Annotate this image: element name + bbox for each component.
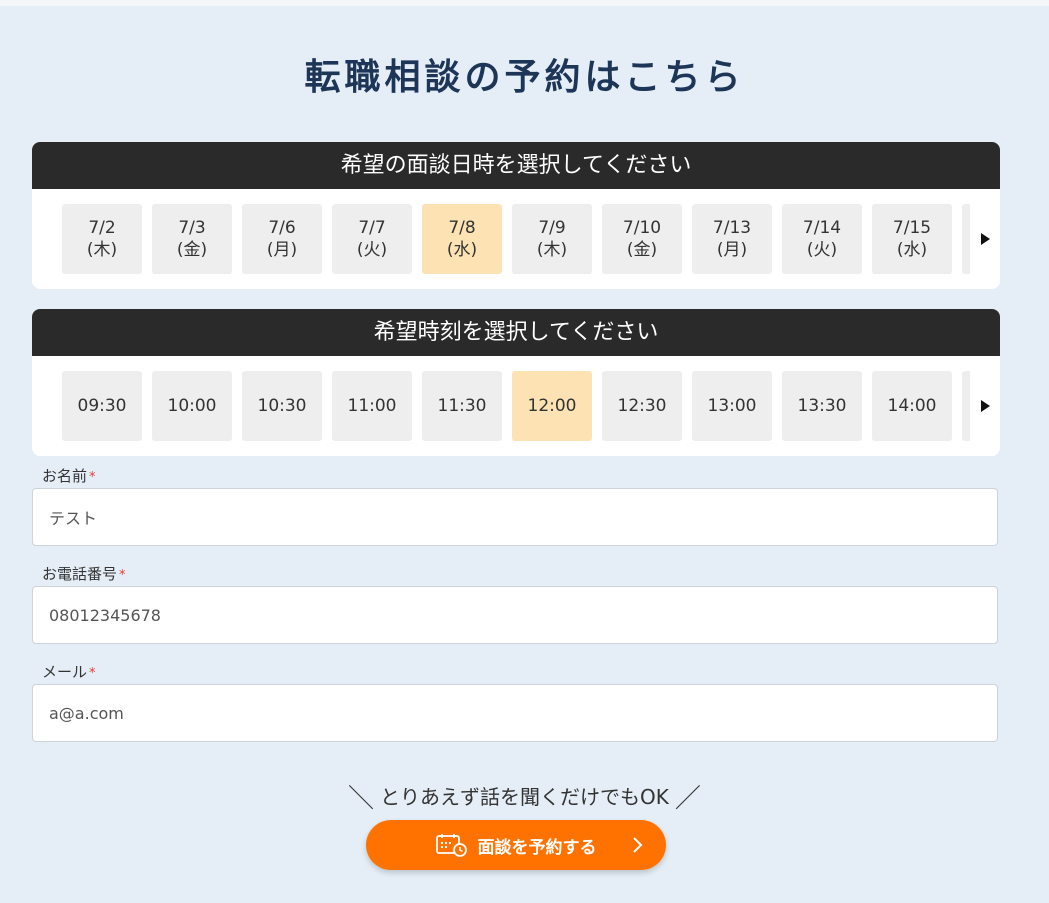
date-slot-partial[interactable] [962,204,970,274]
date-slot[interactable]: 7/2 (木) [62,204,142,274]
chevron-right-icon [633,837,643,853]
time-slot[interactable]: 09:30 [62,371,142,441]
date-slot[interactable]: 7/10 (金) [602,204,682,274]
time-slot[interactable]: 11:00 [332,371,412,441]
cta-tagline: ＼ とりあえず話を聞くだけでもOK ／ [0,780,1049,817]
date-slot[interactable]: 7/6 (月) [242,204,322,274]
date-slot-day: (火) [806,240,838,260]
date-slot-date: 7/9 [538,218,566,238]
time-slot[interactable]: 13:00 [692,371,772,441]
email-label-text: メール [42,663,88,681]
email-label: メール * [42,661,96,682]
book-consultation-button[interactable]: 面談を予約する [366,820,666,870]
date-slot-date: 7/15 [892,218,932,238]
time-slot[interactable]: 11:30 [422,371,502,441]
date-slot-day: (木) [536,240,568,260]
time-slot[interactable]: 12:30 [602,371,682,441]
date-slot-date: 7/6 [268,218,296,238]
book-consultation-label: 面談を予約する [477,837,597,858]
required-mark: * [89,470,96,485]
date-slot-row: 7/2 (木) 7/3 (金) 7/6 (月) 7/7 (火) 7/8 (水) 7/9 (木) 7/10… [32,189,1000,289]
calendar-clock-icon [435,834,467,857]
time-slot[interactable]: 13:30 [782,371,862,441]
date-slot[interactable]: 7/7 (火) [332,204,412,274]
date-slot-date: 7/2 [88,218,116,238]
date-slot-date: 7/8 [448,218,476,238]
time-slot[interactable]: 12:00 [512,371,592,441]
date-slot[interactable]: 7/3 (金) [152,204,232,274]
date-slot-date: 7/7 [358,218,386,238]
time-slot-partial[interactable] [962,371,970,441]
required-mark: * [119,568,126,583]
date-slot[interactable]: 7/15 (水) [872,204,952,274]
tagline-right-slash: ／ [674,784,701,814]
date-panel: 希望の面談日時を選択してください 7/2 (木) 7/3 (金) 7/6 (月) 7/7 (火… [32,142,1000,289]
name-label-text: お名前 [42,467,88,485]
date-slot-day: (水) [446,240,478,260]
name-label: お名前 * [42,465,96,486]
time-slot[interactable]: 14:00 [872,371,952,441]
phone-label: お電話番号 * [42,563,126,584]
top-strip [0,0,1049,6]
phone-field[interactable] [32,586,998,644]
phone-label-text: お電話番号 [42,565,118,583]
name-field[interactable] [32,488,998,546]
date-panel-heading: 希望の面談日時を選択してください [32,142,1000,189]
date-slot-day: (木) [86,240,118,260]
next-times-arrow-icon[interactable] [981,400,990,412]
date-slot-day: (月) [716,240,748,260]
date-slot-day: (月) [266,240,298,260]
time-panel-heading: 希望時刻を選択してください [32,309,1000,356]
page-title: 転職相談の予約はこちら [304,57,745,98]
date-slot[interactable]: 7/9 (木) [512,204,592,274]
date-slot-date: 7/3 [178,218,206,238]
date-slot[interactable]: 7/13 (月) [692,204,772,274]
tagline-text: とりあえず話を聞くだけでもOK [380,785,669,809]
date-slot-day: (火) [356,240,388,260]
date-slot-date: 7/10 [622,218,662,238]
time-slot[interactable]: 10:30 [242,371,322,441]
date-slot[interactable]: 7/14 (火) [782,204,862,274]
date-slot-day: (金) [626,240,658,260]
required-mark: * [89,666,96,681]
date-slot-day: (水) [896,240,928,260]
next-dates-arrow-icon[interactable] [981,233,990,245]
date-slot-day: (金) [176,240,208,260]
time-slot[interactable]: 10:00 [152,371,232,441]
date-slot-date: 7/13 [712,218,752,238]
time-panel: 希望時刻を選択してください 09:30 10:00 10:30 11:00 11:30 1… [32,309,1000,456]
tagline-left-slash: ＼ [348,784,375,814]
date-slot[interactable]: 7/8 (水) [422,204,502,274]
email-field[interactable] [32,684,998,742]
date-slot-date: 7/14 [802,218,842,238]
time-slot-row: 09:30 10:00 10:30 11:00 11:30 12:00 12:30 13:00… [32,356,1000,456]
